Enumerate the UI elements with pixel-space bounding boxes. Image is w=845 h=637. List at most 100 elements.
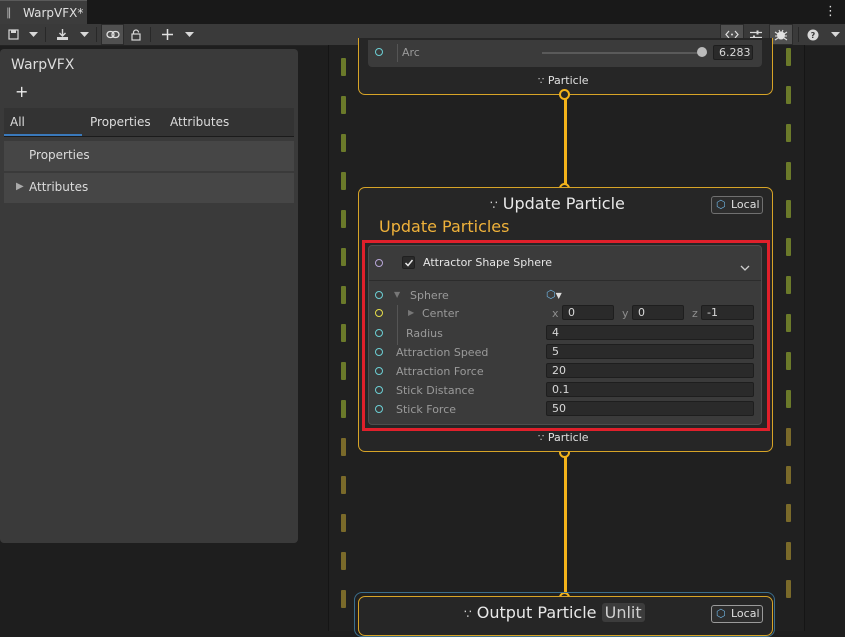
center-y-field[interactable]: 0 [632,305,684,320]
radius-label: Radius [406,327,443,340]
center-z-label: z [692,307,698,320]
help-dropdown-icon[interactable] [828,24,842,45]
system-border-dash [341,134,346,152]
arc-input-port[interactable] [375,48,383,56]
system-border-dash [341,362,346,380]
arc-label: Arc [402,46,420,59]
stick-force-label: Stick Force [396,403,457,416]
blackboard-section-properties[interactable]: Properties [4,141,294,171]
tab-all-underline [4,134,82,136]
system-border-dash [786,580,791,598]
system-border-dash [786,86,791,104]
tab-properties[interactable]: Properties [90,115,151,129]
stick-distance-input-port[interactable] [375,386,383,394]
blackboard-section-attributes[interactable]: ▶ Attributes [4,173,294,203]
flow-wire [564,455,567,597]
flow-output-port[interactable] [559,89,570,100]
arc-slider-handle[interactable] [697,47,708,57]
import-icon[interactable] [52,24,72,45]
save-icon[interactable] [4,24,22,45]
center-z-field[interactable]: -1 [701,305,754,320]
system-border-dash [341,552,346,570]
local-space-label: Local [731,607,760,620]
system-border-dash [341,324,346,342]
output-node-header: ∵ Output Particle Unlit [464,603,645,622]
add-dropdown-icon[interactable] [182,24,196,45]
toolbar-separator [150,27,151,42]
indent-guide [397,44,398,62]
stick-force-input-port[interactable] [375,405,383,413]
window-tab[interactable]: ∥ WarpVFX* [0,0,87,24]
particle-icon: ∵ [538,433,545,444]
radius-field[interactable]: 4 [546,325,754,340]
sphere-label: Sphere [410,289,449,302]
local-space-icon: ⬡ [716,607,726,620]
system-border-dash [341,172,346,190]
center-x-field[interactable]: 0 [562,305,614,320]
system-border-dash [786,428,791,446]
output-node-tag: Unlit [601,603,645,622]
window-tab-strip [0,0,845,24]
vfx-graph-icon: ∥ [6,6,12,19]
sphere-expand-arrow-icon[interactable]: ▼ [394,290,400,299]
system-border-dash [341,438,346,456]
attraction-force-label: Attraction Force [396,365,484,378]
local-space-toggle[interactable]: ⬡ Local [711,605,763,623]
expand-arrow-icon[interactable]: ▶ [16,181,24,192]
local-space-label: Local [731,198,760,211]
system-border-dash [786,162,791,180]
toolbar-separator [45,27,46,42]
system-border-dash [341,590,346,608]
stick-distance-label: Stick Distance [396,384,475,397]
tab-attributes[interactable]: Attributes [170,115,229,129]
block-collapse-icon[interactable] [740,257,750,276]
system-border-dash [341,476,346,494]
stick-distance-field[interactable]: 0.1 [546,382,754,397]
stick-force-field[interactable]: 50 [546,401,754,416]
save-dropdown-icon[interactable] [26,24,40,45]
block-activation-port[interactable] [375,259,383,267]
center-expand-arrow-icon[interactable]: ▶ [408,308,414,317]
system-border-dash [341,248,346,266]
update-node-title: Update Particle [502,194,625,213]
space-cube-icon: ⬡ [546,288,556,301]
dropdown-arrow-icon: ▼ [555,291,562,300]
system-border-dash [786,542,791,560]
link-icon[interactable] [101,24,124,45]
toolbar-separator [798,27,799,42]
window-tab-title: WarpVFX* [23,6,84,20]
system-border-dash [786,314,791,332]
blackboard-add-button[interactable]: + [15,82,28,101]
system-border-dash [341,96,346,114]
attraction-speed-input-port[interactable] [375,348,383,356]
center-input-port[interactable] [375,309,383,317]
local-space-toggle[interactable]: ⬡ Local [711,196,763,214]
block-enabled-checkbox[interactable] [402,256,415,269]
blackboard-tabs: All Properties Attributes [4,108,294,137]
sphere-input-port[interactable] [375,291,383,299]
particle-icon: ∵ [490,198,498,212]
indent-guide [397,305,398,345]
center-x-label: x [552,307,559,320]
radius-input-port[interactable] [375,329,383,337]
tab-all[interactable]: All [10,115,25,129]
system-border-dash [786,390,791,408]
space-dropdown[interactable]: ⬡▼ [546,288,562,301]
system-border-dash [341,286,346,304]
attraction-force-input-port[interactable] [375,367,383,375]
attraction-speed-field[interactable]: 5 [546,344,754,359]
arc-slider-track[interactable] [542,52,707,54]
add-icon[interactable] [158,24,176,45]
system-border-dash [786,504,791,522]
system-border-dash [786,466,791,484]
help-icon[interactable]: ? [805,24,821,45]
system-border-dash [341,210,346,228]
lock-icon[interactable] [127,24,145,45]
update-node-header: ∵ Update Particle [490,194,625,213]
more-options-icon[interactable]: ⋮ [824,4,837,19]
particle-output-label: ∵ Particle [538,431,589,444]
arc-value-field[interactable]: 6.283 [713,45,753,60]
import-dropdown-icon[interactable] [77,24,91,45]
flow-wire [564,97,567,187]
attraction-force-field[interactable]: 20 [546,363,754,378]
